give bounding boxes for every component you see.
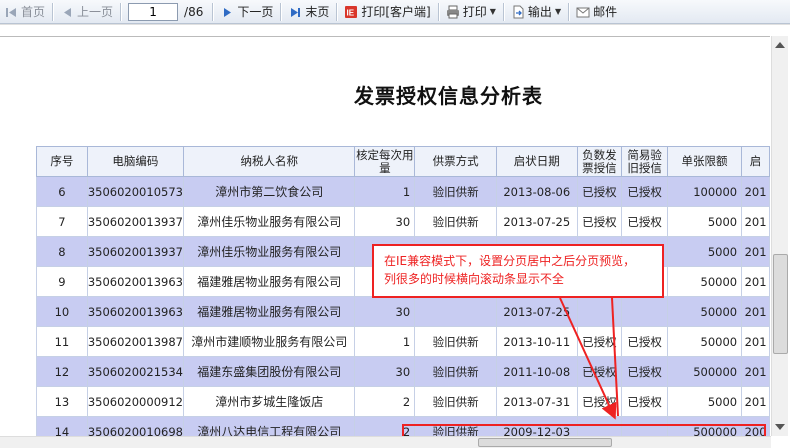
horizontal-scroll-thumb[interactable] bbox=[478, 438, 612, 447]
annotation-arrow bbox=[559, 297, 617, 420]
vertical-scroll-thumb[interactable] bbox=[773, 254, 788, 354]
scroll-up-icon[interactable] bbox=[775, 42, 785, 48]
scroll-down-icon[interactable] bbox=[775, 424, 785, 430]
vertical-scrollbar[interactable] bbox=[771, 36, 788, 436]
horizontal-scrollbar[interactable] bbox=[0, 436, 771, 448]
annotation-arrows bbox=[559, 297, 619, 420]
annotation-arrow bbox=[611, 297, 619, 417]
